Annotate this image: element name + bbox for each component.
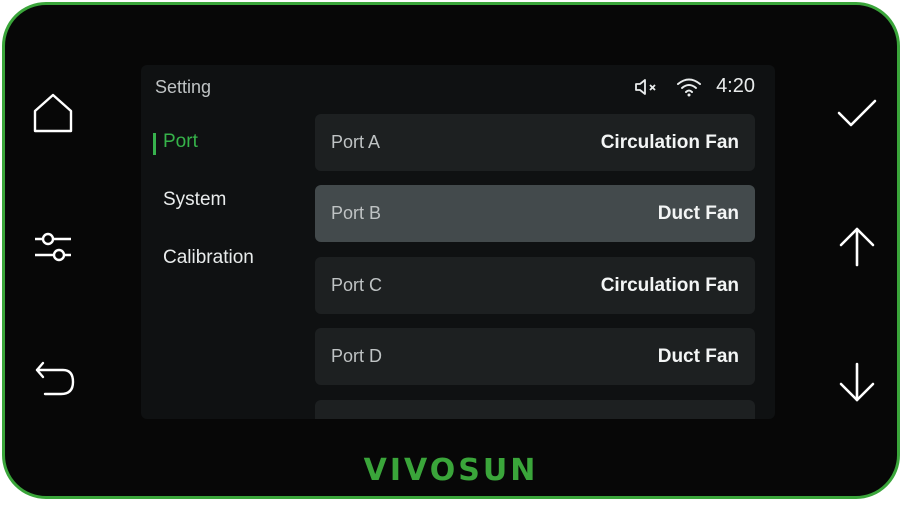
sidebar-item-system[interactable]: System [163,189,226,211]
check-icon [837,99,877,127]
home-button[interactable] [23,83,83,143]
port-device: Duct Fan [657,345,739,367]
mute-speaker-icon [635,78,656,95]
display-screen: Setting 4:20 Port System Calibration Por… [141,65,775,419]
active-indicator [153,133,156,155]
home-icon [33,93,73,133]
settings-button[interactable] [23,217,83,277]
clock-time: 4:20 [716,75,755,97]
sidebar-item-label: Port [163,131,198,152]
brand-logo: VIVOSUN [363,453,539,488]
arrow-up-icon [839,227,875,267]
port-device: Duct Fan [657,202,739,224]
port-name: Port B [331,203,382,223]
port-row-d[interactable]: Port D Duct Fan [315,328,755,385]
back-arrow-icon [35,361,75,396]
up-button[interactable] [827,217,887,277]
page-title: Setting [155,77,212,97]
port-device: Circulation Fan [600,131,739,153]
sidebar-item-label: Calibration [163,247,254,268]
port-name: Port A [331,132,381,152]
port-name: Port C [331,275,383,295]
port-device: Circulation Fan [600,274,739,296]
confirm-button[interactable] [827,83,887,143]
device-frame: Setting 4:20 Port System Calibration Por… [2,2,900,499]
sidebar-item-label: System [163,189,227,210]
port-row-b[interactable]: Port B Duct Fan [315,185,755,242]
port-row-c[interactable]: Port C Circulation Fan [315,257,755,314]
sidebar-item-calibration[interactable]: Calibration [163,247,254,269]
sliders-icon [35,232,71,262]
port-name: Port D [331,346,383,366]
down-button[interactable] [827,352,887,412]
port-row-a[interactable]: Port A Circulation Fan [315,114,755,171]
port-row-partial[interactable] [315,400,755,419]
back-button[interactable] [23,352,83,412]
sidebar-item-port[interactable]: Port [153,131,198,155]
arrow-down-icon [839,362,875,402]
status-bar: 4:20 [634,75,755,98]
wifi-icon [677,78,702,96]
